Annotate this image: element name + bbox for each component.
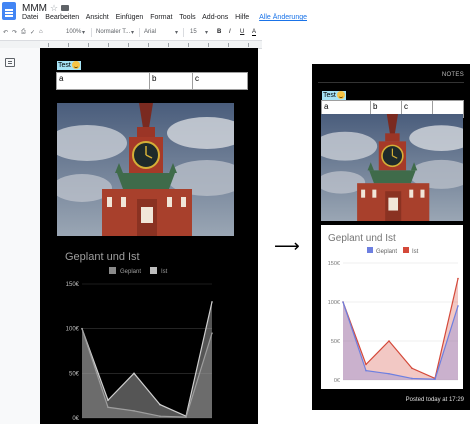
chevron-down-icon: ▾ — [82, 30, 86, 36]
data-point-ist — [365, 363, 367, 366]
toolbar: ↶ ↷ ⎙ ✓ ⌂ 100% ▾ Normaler T... ▾ Arial ▾… — [0, 26, 262, 41]
menu-item-bearbeiten[interactable]: Bearbeiten — [45, 14, 79, 21]
legend-swatch-ist — [403, 247, 409, 253]
toolbar-divider — [183, 28, 184, 37]
arrow-right-icon: ⟶ — [274, 236, 300, 256]
data-point-ist — [133, 372, 135, 375]
bold-button[interactable]: B — [217, 29, 221, 35]
menu-item-ansicht[interactable]: Ansicht — [86, 14, 109, 21]
data-point-geplant — [388, 372, 390, 375]
phone-test-text: Test — [323, 92, 336, 99]
redo-icon[interactable]: ↷ — [12, 29, 17, 36]
data-point-ist — [107, 399, 109, 401]
paint-format-icon[interactable]: ⌂ — [39, 29, 43, 35]
document-title[interactable]: MMM — [22, 3, 47, 14]
table-cell[interactable]: b — [149, 72, 193, 90]
data-point-geplant — [365, 369, 367, 372]
legend-label-geplant: Geplant — [120, 269, 141, 275]
legend-swatch-ist — [150, 267, 157, 274]
star-icon[interactable]: ☆ — [50, 3, 58, 14]
chart-title: Geplant und Ist — [65, 251, 140, 263]
data-point-geplant — [133, 410, 135, 412]
data-point-ist — [457, 277, 459, 280]
data-point-geplant — [159, 415, 161, 418]
document-outline-icon[interactable] — [5, 58, 15, 67]
docs-logo-icon[interactable] — [2, 2, 16, 20]
legend-swatch-geplant — [109, 267, 116, 274]
data-point-ist — [159, 403, 161, 406]
menu-item-datei[interactable]: Datei — [22, 14, 38, 21]
y-tick-label: 50€ — [69, 371, 80, 377]
print-icon[interactable]: ⎙ — [21, 29, 26, 36]
table-cell[interactable]: a — [56, 72, 150, 90]
data-point-geplant — [185, 416, 187, 418]
menu-bar: Datei Bearbeiten Ansicht Einfügen Format… — [22, 14, 312, 21]
document-gutter — [0, 48, 40, 424]
chevron-down-icon: ▾ — [131, 30, 135, 36]
spellcheck-icon[interactable]: ✓ — [30, 29, 35, 36]
legend-label-ist: Ist — [161, 269, 168, 275]
y-tick-label: 0€ — [72, 416, 79, 422]
data-point-geplant — [107, 406, 109, 409]
header-divider — [318, 82, 464, 83]
menu-item-format[interactable]: Format — [150, 14, 172, 21]
data-point-ist — [411, 367, 413, 370]
legend-label-geplant: Geplant — [376, 249, 397, 255]
phone-test-label: Test — [322, 91, 346, 100]
table-cell[interactable]: c — [192, 72, 248, 90]
legend-swatch-geplant — [367, 247, 373, 253]
last-edit-link[interactable]: Alle Änderunge — [259, 14, 307, 21]
y-tick-label: 100€ — [66, 327, 80, 333]
chevron-down-icon: ▾ — [205, 30, 209, 36]
data-point-geplant — [81, 327, 83, 330]
phone-chart-title: Geplant und Ist — [328, 233, 396, 244]
toolbar-divider — [91, 28, 92, 37]
y-tick-label: 100€ — [328, 300, 340, 306]
notes-header: NOTES — [441, 72, 464, 78]
y-tick-label: 150€ — [66, 282, 80, 288]
posted-timestamp: Posted today at 17:29 — [405, 397, 464, 403]
smiley-emoji-icon — [71, 61, 80, 70]
folder-icon[interactable] — [61, 5, 69, 11]
menu-item-einfuegen[interactable]: Einfügen — [116, 14, 144, 21]
text-color-button[interactable]: A — [252, 29, 257, 36]
document-table[interactable]: a b c — [56, 72, 248, 90]
data-point-geplant — [411, 377, 413, 380]
undo-icon[interactable]: ↶ — [3, 29, 8, 36]
zoom-select[interactable]: 100% — [66, 29, 81, 35]
data-point-ist — [211, 301, 213, 303]
data-point-geplant — [211, 332, 213, 334]
menu-item-addons[interactable]: Add-ons — [202, 14, 228, 21]
italic-button[interactable]: I — [229, 29, 231, 35]
smiley-emoji-icon — [336, 91, 345, 100]
y-tick-label: 50€ — [331, 339, 340, 345]
chevron-down-icon: ▾ — [175, 30, 179, 36]
phone-kremlin-tower-photo[interactable] — [321, 114, 463, 221]
kremlin-tower-photo[interactable] — [57, 103, 234, 236]
phone-chart[interactable]: Geplant und Ist Geplant Ist 150€ 100€ 50€ 0… — [321, 225, 463, 389]
font-select[interactable]: Arial — [144, 29, 156, 35]
y-tick-label: 0€ — [334, 378, 340, 384]
data-point-geplant — [342, 301, 344, 303]
test-text: Test — [58, 62, 71, 69]
data-point-geplant — [457, 305, 459, 307]
legend-label-ist: Ist — [412, 249, 419, 255]
doc-chart[interactable]: Geplant und Ist Geplant Ist 150€ 100€ 50€ 0… — [40, 236, 258, 424]
underline-button[interactable]: U — [240, 29, 244, 35]
data-point-ist — [388, 340, 390, 342]
test-label: Test — [57, 61, 81, 70]
y-tick-label: 150€ — [328, 261, 340, 267]
font-size-select[interactable]: 15 — [190, 29, 197, 35]
data-point-geplant — [434, 378, 436, 381]
menu-item-hilfe[interactable]: Hilfe — [235, 14, 249, 21]
toolbar-divider — [139, 28, 140, 37]
menu-item-tools[interactable]: Tools — [179, 14, 195, 21]
paragraph-style-select[interactable]: Normaler T... — [96, 29, 130, 35]
